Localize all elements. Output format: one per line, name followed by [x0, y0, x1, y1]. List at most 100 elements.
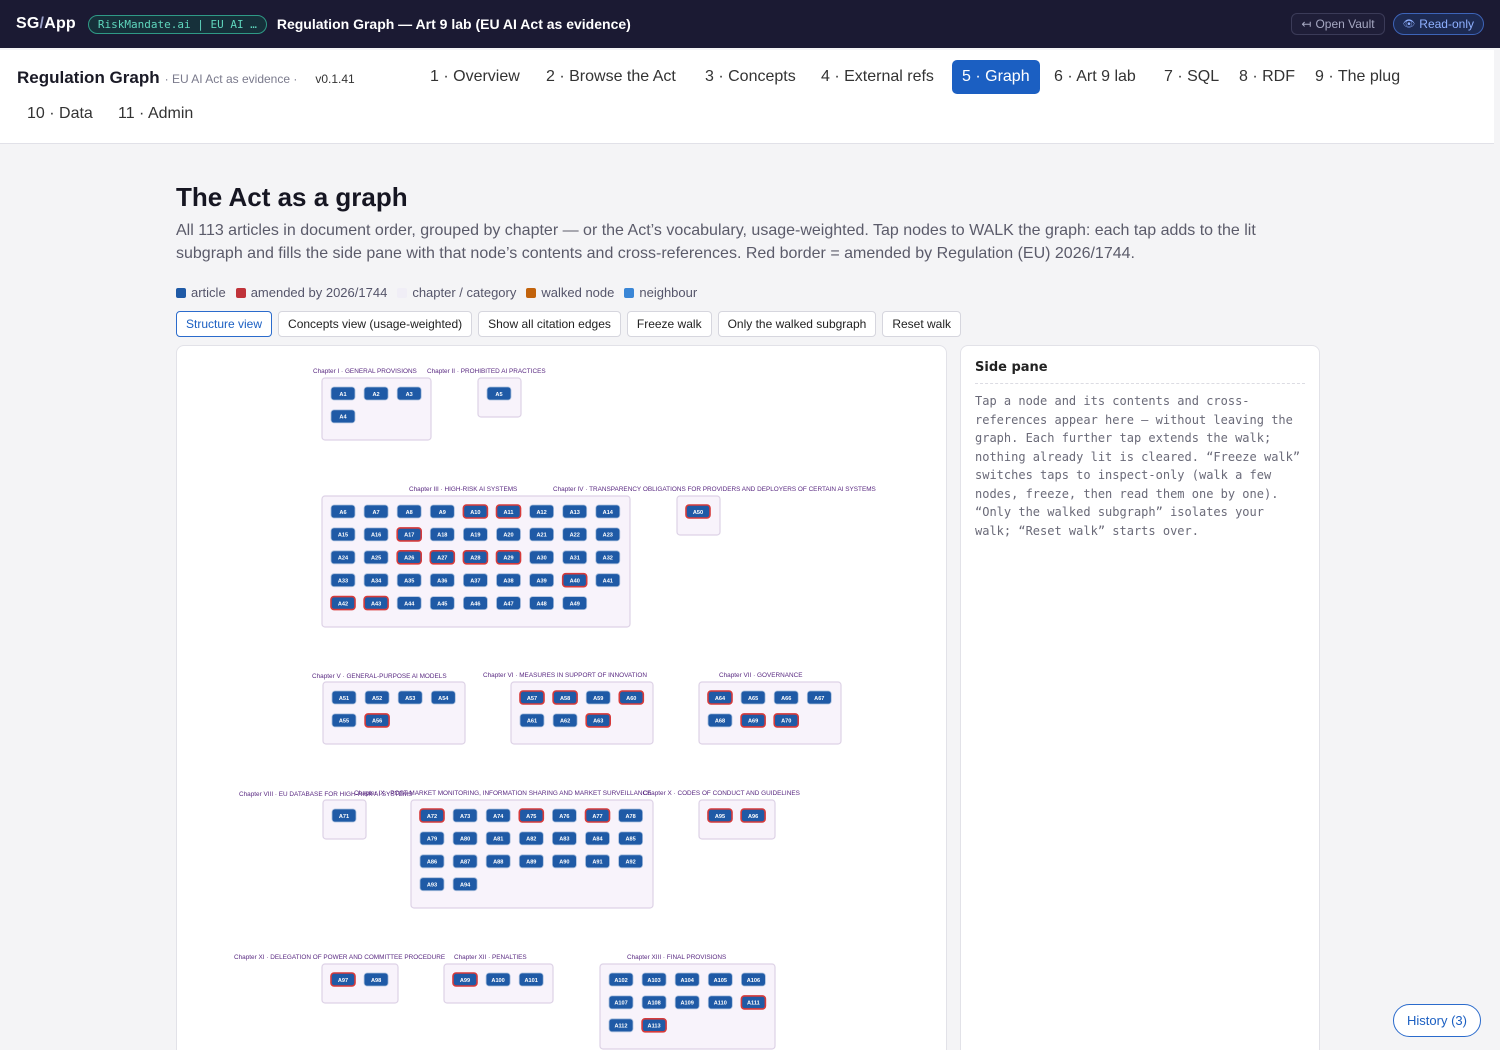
article-node[interactable]: A7	[363, 504, 389, 519]
article-node[interactable]: A58	[552, 690, 578, 705]
article-node[interactable]: A49	[562, 596, 588, 611]
article-node[interactable]: A87	[452, 854, 478, 869]
article-node[interactable]: A19	[462, 527, 488, 542]
article-node[interactable]: A51	[331, 690, 357, 705]
walked-subgraph-button[interactable]: Only the walked subgraph	[717, 311, 877, 337]
article-node[interactable]: A46	[462, 596, 488, 611]
article-node[interactable]: A98	[363, 972, 389, 987]
article-node[interactable]: A3	[396, 386, 422, 401]
article-node[interactable]: A95	[707, 808, 733, 823]
article-node[interactable]: A39	[529, 573, 555, 588]
vault-pill[interactable]: RiskMandate.ai | EU AI …	[87, 14, 267, 34]
graph-panel[interactable]: Chapter I · GENERAL PROVISIONS A1 A2 A3 A4 Ch…	[176, 345, 947, 1050]
article-node[interactable]: A37	[462, 573, 488, 588]
article-node[interactable]: A106	[741, 972, 766, 987]
article-node[interactable]: A36	[429, 573, 455, 588]
tab-rdf[interactable]: 8 · RDF	[1229, 60, 1305, 94]
article-node[interactable]: A10	[462, 504, 489, 519]
tab-overview[interactable]: 1 · Overview	[420, 60, 530, 94]
article-node[interactable]: A64	[707, 690, 733, 705]
article-node[interactable]: A113	[641, 1017, 667, 1033]
article-node[interactable]: A111	[740, 995, 767, 1010]
article-node[interactable]: A101	[518, 972, 544, 987]
article-node[interactable]: A57	[519, 690, 545, 705]
tab-graph[interactable]: 5 · Graph	[952, 60, 1040, 94]
article-node[interactable]: A75	[518, 808, 545, 823]
article-node[interactable]: A62	[552, 713, 578, 728]
article-node[interactable]: A77	[584, 808, 611, 823]
chapter-label[interactable]: Chapter VI · MEASURES IN SUPPORT OF INNO…	[483, 672, 647, 679]
article-node[interactable]: A71	[331, 808, 357, 823]
article-node[interactable]: A32	[595, 550, 621, 565]
tab-admin[interactable]: 11 · Admin	[108, 97, 203, 131]
chapter-label[interactable]: Chapter VII · GOVERNANCE	[719, 672, 802, 679]
article-node[interactable]: A93	[419, 877, 445, 892]
article-node[interactable]: A11	[495, 504, 522, 519]
chapter-label[interactable]: Chapter IX · POST-MARKET MONITORING, INF…	[354, 790, 651, 797]
article-node[interactable]: A1	[330, 386, 356, 401]
article-node[interactable]: A108	[641, 995, 667, 1010]
article-node[interactable]: A85	[618, 831, 644, 846]
article-node[interactable]: A43	[363, 595, 389, 611]
article-node[interactable]: A90	[551, 854, 577, 869]
article-node[interactable]: A84	[585, 831, 610, 846]
article-node[interactable]: A70	[773, 713, 800, 728]
article-node[interactable]: A81	[485, 831, 511, 846]
article-node[interactable]: A14	[595, 504, 621, 519]
article-node[interactable]: A8	[396, 504, 422, 519]
article-node[interactable]: A23	[595, 527, 621, 542]
article-node[interactable]: A102	[608, 972, 634, 987]
article-node[interactable]: A6	[330, 504, 356, 519]
concepts-view-button[interactable]: Concepts view (usage-weighted)	[278, 311, 473, 337]
read-only-badge[interactable]: 👁 Read-only	[1392, 13, 1484, 35]
article-node[interactable]: A31	[562, 550, 588, 565]
article-node[interactable]: A56	[364, 713, 390, 728]
history-button[interactable]: History (3)	[1393, 1004, 1481, 1037]
article-node[interactable]: A45	[429, 596, 455, 611]
article-node[interactable]: A42	[330, 595, 356, 611]
article-node[interactable]: A16	[363, 527, 389, 542]
article-node[interactable]: A24	[330, 550, 356, 565]
article-node[interactable]: A65	[740, 690, 766, 705]
article-node[interactable]: A104	[674, 972, 700, 987]
article-node[interactable]: A78	[618, 808, 644, 823]
article-node[interactable]: A28	[462, 550, 489, 565]
tab-art-9-lab[interactable]: 6 · Art 9 lab	[1044, 60, 1146, 94]
chapter-label[interactable]: Chapter III · HIGH-RISK AI SYSTEMS	[409, 486, 517, 493]
article-node[interactable]: A72	[419, 808, 445, 823]
article-node[interactable]: A96	[740, 808, 766, 823]
tab-sql[interactable]: 7 · SQL	[1154, 60, 1229, 94]
tab-data[interactable]: 10 · Data	[17, 97, 103, 131]
article-node[interactable]: A107	[608, 995, 634, 1010]
freeze-walk-button[interactable]: Freeze walk	[626, 311, 712, 337]
regulation-graph[interactable]: Chapter I · GENERAL PROVISIONS A1 A2 A3 A4 Ch…	[177, 346, 947, 1050]
article-node[interactable]: A17	[396, 527, 422, 542]
article-node[interactable]: A38	[496, 573, 521, 588]
article-node[interactable]: A4	[330, 409, 356, 424]
article-node[interactable]: A55	[331, 713, 357, 728]
article-node[interactable]: A30	[529, 550, 555, 565]
article-node[interactable]: A109	[674, 995, 700, 1010]
article-node[interactable]: A59	[585, 690, 611, 705]
article-node[interactable]: A63	[585, 713, 612, 728]
article-node[interactable]: A13	[562, 504, 588, 519]
article-node[interactable]: A20	[496, 527, 521, 542]
open-vault-button[interactable]: ↤ Open Vault	[1291, 13, 1385, 35]
article-node[interactable]: A44	[396, 596, 422, 611]
article-node[interactable]: A18	[429, 527, 455, 542]
article-node[interactable]: A25	[363, 550, 389, 565]
article-node[interactable]: A9	[429, 504, 455, 519]
article-node[interactable]: A40	[561, 572, 588, 588]
chapter-label[interactable]: Chapter XI · DELEGATION OF POWER AND COM…	[234, 954, 445, 961]
article-node[interactable]: A15	[330, 527, 356, 542]
article-node[interactable]: A97	[330, 972, 356, 987]
article-node[interactable]: A74	[485, 808, 511, 823]
article-node[interactable]: A22	[562, 527, 588, 542]
article-node[interactable]: A76	[551, 808, 577, 823]
article-node[interactable]: A73	[452, 808, 478, 823]
show-citation-edges-button[interactable]: Show all citation edges	[478, 311, 621, 337]
article-node[interactable]: A103	[641, 972, 667, 987]
article-node[interactable]: A48	[529, 596, 555, 611]
article-node[interactable]: A29	[495, 550, 522, 565]
article-node[interactable]: A80	[452, 831, 478, 846]
